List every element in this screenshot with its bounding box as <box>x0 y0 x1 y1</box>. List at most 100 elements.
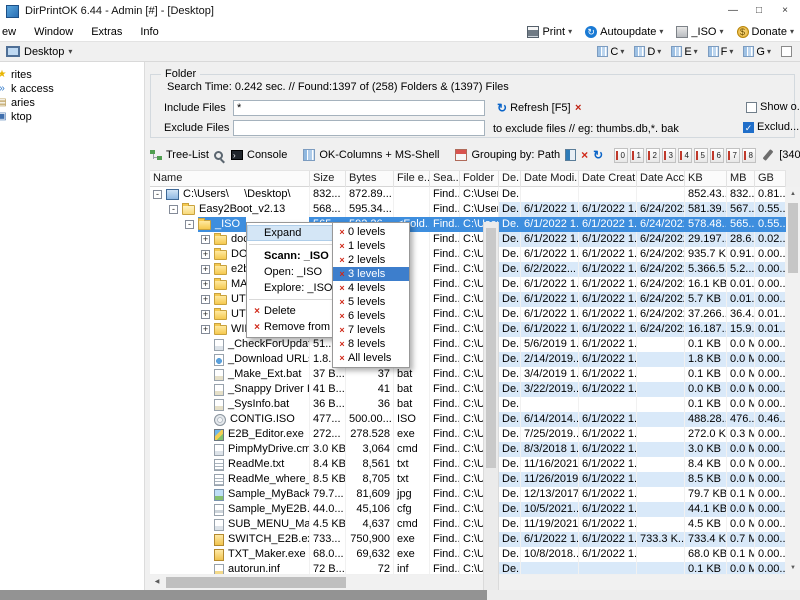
scroll-up-arrow[interactable]: ▲ <box>786 187 800 201</box>
column-header-de[interactable]: De... <box>499 171 521 187</box>
table-row[interactable]: _Make_Ext.bat37 B...37batFind...C:\Users… <box>150 367 786 382</box>
horizontal-scrollbar[interactable]: ◀ ▶ <box>150 575 499 590</box>
column-header-date-acces[interactable]: Date Acces... <box>637 171 685 187</box>
context-menu-item-open-iso[interactable]: Open: _ISO <box>247 264 345 280</box>
table-row[interactable]: _CheckForUpdate.cmd51...Find...C:\Users\… <box>150 337 786 352</box>
column-button-e[interactable]: E▾ <box>671 46 697 58</box>
table-row[interactable]: Sample_MyBackground.j...79.7...81,609jpg… <box>150 487 786 502</box>
grouping-button[interactable]: Grouping by: Path <box>455 149 560 161</box>
context-menu-item-remove-from-list[interactable]: ×Remove from list <box>247 319 345 335</box>
table-row[interactable]: _Download URLs - Short...1.8...Find...C:… <box>150 352 786 367</box>
cell-name[interactable]: _Download URLs - Short... <box>150 352 310 367</box>
sidebar-item-rites[interactable]: rites <box>0 68 144 82</box>
table-row[interactable]: CONTIG.ISO477...500.00...ISOFind...C:\Us… <box>150 412 786 427</box>
cell-name[interactable]: TXT_Maker.exe <box>150 547 310 562</box>
cell-name[interactable]: CONTIG.ISO <box>150 412 310 427</box>
table-row[interactable]: ReadMe_where_to_put_fi...8.5 KB8,705txtF… <box>150 472 786 487</box>
table-row[interactable]: _SysInfo.bat36 B...36batFind...C:\Users\… <box>150 397 786 412</box>
menubar-button-print[interactable]: Print▾ <box>527 26 572 38</box>
sidebar-item-aries[interactable]: aries <box>0 96 144 110</box>
column-header-date-creat[interactable]: Date Creat... <box>579 171 637 187</box>
expand-level-button-1[interactable]: 1 <box>630 148 644 163</box>
menu-item-info[interactable]: Info <box>131 26 167 38</box>
tree-expander[interactable]: + <box>201 325 210 334</box>
menubar-button-iso[interactable]: _ISO▾ <box>676 26 723 38</box>
column-button-c[interactable]: C▾ <box>597 46 624 58</box>
table-row[interactable]: -Easy2Boot_v2.13568...595.34...Find...C:… <box>150 202 786 217</box>
checkbox-icon[interactable] <box>781 46 792 57</box>
scrollbar-thumb[interactable] <box>166 577 346 588</box>
tree-expander[interactable]: + <box>201 280 210 289</box>
menu-item-extras[interactable]: Extras <box>82 26 131 38</box>
table-row[interactable]: PimpMyDrive.cmd3.0 KB3,064cmdFind...C:\U… <box>150 442 786 457</box>
tree-expander[interactable]: + <box>201 235 210 244</box>
submenu-item-1-levels[interactable]: ×1 levels <box>333 239 409 253</box>
table-row[interactable]: autorun.inf72 B...72infFind...C:\Users..… <box>150 562 786 574</box>
table-row[interactable]: Sample_MyE2B.cfg44.0...45,106cfgFind...C… <box>150 502 786 517</box>
column-header-file-e[interactable]: File e... <box>394 171 430 187</box>
scrollbar-thumb[interactable] <box>486 228 496 468</box>
expand-level-button-8[interactable]: 8 <box>742 148 756 163</box>
include-files-input[interactable] <box>233 100 485 116</box>
column-button-d[interactable]: D▾ <box>634 46 661 58</box>
column-header-sea[interactable]: Sea... <box>430 171 460 187</box>
column-button-f[interactable]: F▾ <box>708 46 734 58</box>
column-header-mb[interactable]: MB <box>727 171 755 187</box>
column-header-date-modi[interactable]: Date Modi... <box>521 171 579 187</box>
submenu-item-4-levels[interactable]: ×4 levels <box>333 281 409 295</box>
context-menu-item-explore-iso[interactable]: Explore: _ISO <box>247 280 345 296</box>
vertical-scrollbar[interactable]: ▲ ▼ <box>786 187 800 575</box>
table-row[interactable]: TXT_Maker.exe68.0...69,632exeFind...C:\U… <box>150 547 786 562</box>
expand-level-button-0[interactable]: 0 <box>614 148 628 163</box>
tools-icon[interactable] <box>763 149 774 161</box>
exclude-files-input[interactable] <box>233 120 485 136</box>
table-row[interactable]: SUB_MENU_Maker.cmd4.5 KB4,637cmdFind...C… <box>150 517 786 532</box>
cell-name[interactable]: Sample_MyE2B.cfg <box>150 502 310 517</box>
cell-name[interactable]: Sample_MyBackground.j... <box>150 487 310 502</box>
console-button[interactable]: › Console <box>231 149 287 161</box>
expand-level-button-7[interactable]: 7 <box>726 148 740 163</box>
submenu-item-all-levels[interactable]: ×All levels <box>333 351 409 365</box>
show-option-checkbox[interactable] <box>746 102 757 113</box>
cell-name[interactable]: ReadMe.txt <box>150 457 310 472</box>
table-row[interactable]: ReadMe.txt8.4 KB8,561txtFind...C:\Users\… <box>150 457 786 472</box>
search-icon[interactable] <box>214 151 223 160</box>
exclude-option-checkbox[interactable]: ✓ <box>743 122 754 133</box>
expand-level-button-6[interactable]: 6 <box>710 148 724 163</box>
tree-expander[interactable]: - <box>169 205 178 214</box>
refresh-button[interactable]: ↻ Refresh [F5] <box>497 102 571 114</box>
column-header-name[interactable]: Name <box>150 171 310 187</box>
column-header-size[interactable]: Size <box>310 171 346 187</box>
expand-level-button-4[interactable]: 4 <box>678 148 692 163</box>
cell-name[interactable]: PimpMyDrive.cmd <box>150 442 310 457</box>
submenu-item-5-levels[interactable]: ×5 levels <box>333 295 409 309</box>
expand-level-button-2[interactable]: 2 <box>646 148 660 163</box>
menu-item-ew[interactable]: ew <box>0 26 25 38</box>
column-header-kb[interactable]: KB <box>685 171 727 187</box>
tree-expander[interactable]: + <box>201 295 210 304</box>
cell-name[interactable]: SUB_MENU_Maker.cmd <box>150 517 310 532</box>
cell-name[interactable]: SWITCH_E2B.exe <box>150 532 310 547</box>
tree-expander[interactable]: + <box>201 250 210 259</box>
submenu-item-3-levels[interactable]: ×3 levels <box>333 267 409 281</box>
minimize-button[interactable]: — <box>720 0 746 22</box>
column-header-folder[interactable]: Folder <box>460 171 499 187</box>
columns-config-icon[interactable] <box>565 149 576 161</box>
location-dropdown[interactable]: Desktop ▾ <box>6 46 72 58</box>
column-header-bytes[interactable]: Bytes <box>346 171 394 187</box>
submenu-item-8-levels[interactable]: ×8 levels <box>333 337 409 351</box>
submenu-item-0-levels[interactable]: ×0 levels <box>333 225 409 239</box>
cell-name[interactable]: -C:\Users\ \Desktop\ <box>150 187 310 202</box>
submenu-item-2-levels[interactable]: ×2 levels <box>333 253 409 267</box>
context-menu-item-expand[interactable]: Expand▸ <box>247 225 345 241</box>
sidebar-item-ktop[interactable]: ktop <box>0 110 144 124</box>
ok-columns-button[interactable]: OK-Columns + MS-Shell <box>303 149 439 161</box>
scroll-down-arrow[interactable]: ▼ <box>786 561 800 575</box>
context-menu-item-scann-iso[interactable]: Scann: _ISO <box>247 248 345 264</box>
table-row[interactable]: E2B_Editor.exe272...278.528exeFind...C:\… <box>150 427 786 442</box>
cell-name[interactable]: ReadMe_where_to_put_fi... <box>150 472 310 487</box>
sidebar-item-k-access[interactable]: k access <box>0 82 144 96</box>
menu-item-window[interactable]: Window <box>25 26 82 38</box>
submenu-item-6-levels[interactable]: ×6 levels <box>333 309 409 323</box>
submenu-item-7-levels[interactable]: ×7 levels <box>333 323 409 337</box>
